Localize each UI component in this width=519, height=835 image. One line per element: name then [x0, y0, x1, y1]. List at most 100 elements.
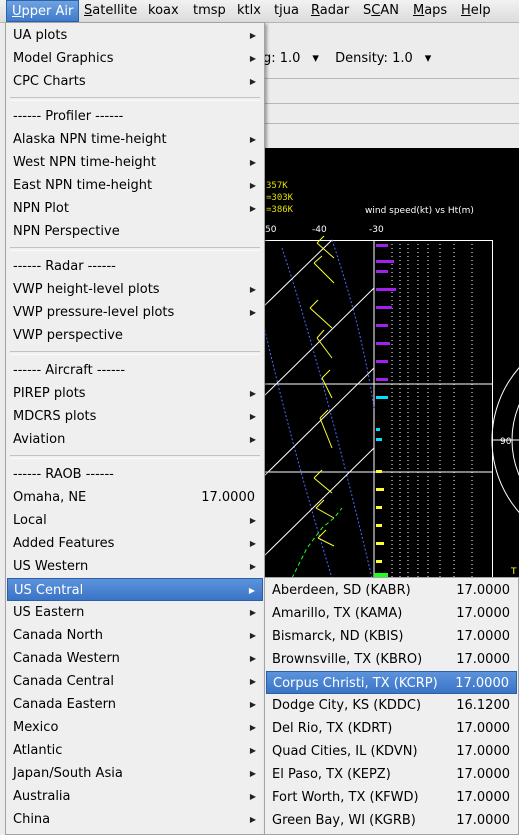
menu-item-label: VWP height-level plots: [13, 282, 160, 297]
menu-item-ua-plots[interactable]: UA plots ▶: [7, 24, 263, 47]
temp-label: 357K: [266, 181, 288, 191]
skewt-plot-canvas[interactable]: 357K =303K =386K wind speed(kt) vs Ht(m)…: [262, 148, 519, 578]
menubar-help[interactable]: Help: [456, 0, 496, 22]
menu-item-vwp-pressure-level-plots[interactable]: VWP pressure-level plots ▶: [7, 301, 263, 324]
station-item[interactable]: Amarillo, TX (KAMA) 17.0000: [266, 602, 517, 625]
menu-item-mexico[interactable]: Mexico ▶: [7, 716, 263, 739]
submenu-arrow-icon: ▶: [249, 31, 256, 40]
station-value: 17.0000: [456, 744, 510, 759]
menu-separator: [10, 247, 260, 251]
station-value: 17.0000: [456, 583, 510, 598]
submenu-arrow-icon: ▶: [249, 792, 256, 801]
menu-item-us-eastern[interactable]: US Eastern ▶: [7, 601, 263, 624]
station-item[interactable]: Dodge City, KS (KDDC) 16.1200: [266, 694, 517, 717]
corner-label: T: [510, 567, 517, 577]
submenu-arrow-icon: ▶: [249, 700, 256, 709]
station-item[interactable]: Quad Cities, IL (KDVN) 17.0000: [266, 740, 517, 763]
menubar-radar[interactable]: Radar: [306, 0, 354, 22]
menu-item-aviation[interactable]: Aviation ▶: [7, 428, 263, 451]
mnemonic: M: [413, 3, 425, 18]
menu-item-australia[interactable]: Australia ▶: [7, 785, 263, 808]
menubar-ktlx[interactable]: ktlx: [232, 0, 266, 22]
station-item[interactable]: Del Rio, TX (KDRT) 17.0000: [266, 717, 517, 740]
station-label: Fort Worth, TX (KFWD): [272, 790, 419, 805]
menu-item-label: Canada Western: [13, 651, 120, 666]
station-value: 17.0000: [455, 676, 509, 691]
station-value: 17.0000: [456, 813, 510, 828]
menu-item-japan-south-asia[interactable]: Japan/South Asia ▶: [7, 762, 263, 785]
menu-item-cpc-charts[interactable]: CPC Charts ▶: [7, 70, 263, 93]
us-central-submenu: Aberdeen, SD (KABR) 17.0000 Amarillo, TX (…: [264, 577, 519, 835]
menubar-label: elp: [470, 3, 491, 18]
menu-item-label: US Central: [14, 583, 84, 598]
density-dropdown[interactable]: Density: 1.0 ▾: [335, 51, 431, 66]
station-item[interactable]: El Paso, TX (KEPZ) 17.0000: [266, 763, 517, 786]
menu-item-omaha-ne[interactable]: Omaha, NE 17.0000: [7, 486, 263, 509]
menu-item-canada-eastern[interactable]: Canada Eastern ▶: [7, 693, 263, 716]
submenu-arrow-icon: ▶: [249, 158, 256, 167]
submenu-arrow-icon: ▶: [249, 677, 256, 686]
menu-item-label: CPC Charts: [13, 74, 86, 89]
station-item[interactable]: Fort Worth, TX (KFWD) 17.0000: [266, 786, 517, 809]
submenu-arrow-icon: ▶: [249, 746, 256, 755]
menu-item-npn-plot[interactable]: NPN Plot ▶: [7, 197, 263, 220]
menu-item-vwp-height-level-plots[interactable]: VWP height-level plots ▶: [7, 278, 263, 301]
menu-item-pirep-plots[interactable]: PIREP plots ▶: [7, 382, 263, 405]
menu-item-label: MDCRS plots: [13, 409, 97, 424]
menu-item-label: NPN Perspective: [13, 224, 120, 239]
submenu-arrow-icon: ▶: [249, 285, 256, 294]
menubar-koax[interactable]: koax: [143, 0, 184, 22]
density-label: Density: 1.0: [335, 51, 413, 66]
menu-item-label: Added Features: [13, 536, 115, 551]
menu-item-alaska-npn-time-height[interactable]: Alaska NPN time-height ▶: [7, 128, 263, 151]
menu-item-east-npn-time-height[interactable]: East NPN time-height ▶: [7, 174, 263, 197]
menu-item-china[interactable]: China ▶: [7, 808, 263, 831]
station-item[interactable]: Corpus Christi, TX (KCRP) 17.0000: [266, 671, 517, 694]
menubar-label: C: [371, 3, 381, 18]
station-item[interactable]: Brownsville, TX (KBRO) 17.0000: [266, 648, 517, 671]
menu-item-canada-central[interactable]: Canada Central ▶: [7, 670, 263, 693]
plot-title: wind speed(kt) vs Ht(m): [365, 206, 474, 216]
menubar-tjua[interactable]: tjua: [269, 0, 304, 22]
station-item[interactable]: Aberdeen, SD (KABR) 17.0000: [266, 579, 517, 602]
menu-item-west-npn-time-height[interactable]: West NPN time-height ▶: [7, 151, 263, 174]
menu-item-atlantic[interactable]: Atlantic ▶: [7, 739, 263, 762]
station-label: Corpus Christi, TX (KCRP): [273, 676, 438, 691]
menu-item-model-graphics[interactable]: Model Graphics ▶: [7, 47, 263, 70]
menu-item-us-central[interactable]: US Central ▶: [7, 578, 263, 601]
station-item[interactable]: Bismarck, ND (KBIS) 17.0000: [266, 625, 517, 648]
menu-item-label: UA plots: [13, 28, 68, 43]
menu-item-mdcrs-plots[interactable]: MDCRS plots ▶: [7, 405, 263, 428]
menu-item-label: East NPN time-height: [13, 178, 153, 193]
menubar-upper-air[interactable]: Upper Air: [6, 0, 80, 22]
menu-item-label: Japan/South Asia: [13, 766, 123, 781]
menu-item-label: West NPN time-height: [13, 155, 157, 170]
wind-speed-bars: [374, 244, 396, 578]
menubar-tmsp[interactable]: tmsp: [188, 0, 231, 22]
menu-item-label: Model Graphics: [13, 51, 114, 66]
submenu-arrow-icon: ▶: [249, 389, 256, 398]
menu-item-canada-western[interactable]: Canada Western ▶: [7, 647, 263, 670]
mnemonic: H: [461, 3, 471, 18]
submenu-arrow-icon: ▶: [249, 181, 256, 190]
mnemonic: R: [311, 3, 320, 18]
upper-air-menu: UA plots ▶ Model Graphics ▶ CPC Charts ▶ -----…: [5, 22, 265, 835]
menu-item-us-western[interactable]: US Western ▶: [7, 555, 263, 578]
menu-item-npn-perspective[interactable]: NPN Perspective: [7, 220, 263, 243]
menu-item-local[interactable]: Local ▶: [7, 509, 263, 532]
station-label: Aberdeen, SD (KABR): [272, 583, 411, 598]
dewpoint-line: [291, 507, 343, 578]
menubar-label: pper Air: [21, 4, 74, 19]
menu-item-added-features[interactable]: Added Features ▶: [7, 532, 263, 555]
station-value: 17.0000: [456, 721, 510, 736]
menu-item-vwp-perspective[interactable]: VWP perspective: [7, 324, 263, 347]
menu-item-label: ------ Profiler ------: [13, 109, 124, 124]
speed-grid: [391, 240, 473, 578]
menu-item-value: 17.0000: [201, 490, 255, 505]
menu-item-canada-north[interactable]: Canada North ▶: [7, 624, 263, 647]
menubar-maps[interactable]: Maps: [408, 0, 452, 22]
menubar-scan[interactable]: SCAN: [358, 0, 404, 22]
menubar-satellite[interactable]: Satellite: [79, 0, 142, 22]
station-item[interactable]: Green Bay, WI (KGRB) 17.0000: [266, 809, 517, 832]
submenu-arrow-icon: ▶: [249, 539, 256, 548]
